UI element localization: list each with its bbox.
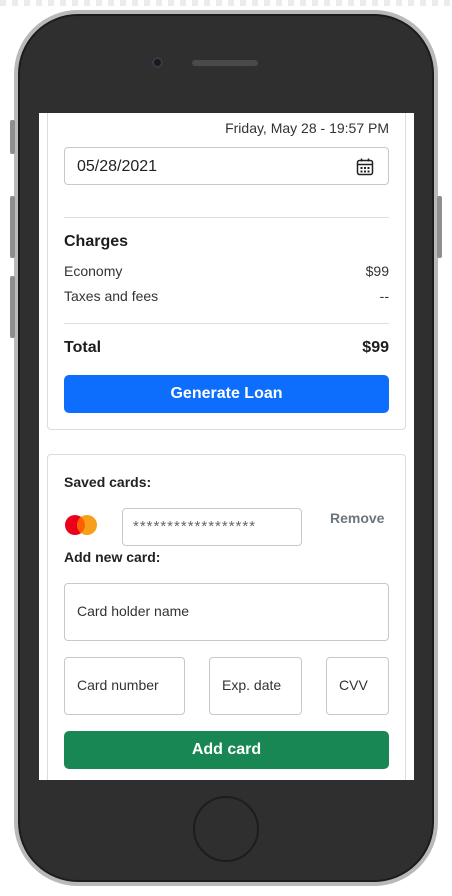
booking-summary-card: Friday, May 28 - 19:57 PM 05/28/2021 Cha… [47, 113, 406, 430]
exp-date-field[interactable]: Exp. date [209, 657, 302, 715]
cvv-field[interactable]: CVV [326, 657, 389, 715]
saved-cards-label: Saved cards: [64, 474, 152, 490]
volume-down-button [10, 276, 15, 338]
charges-heading: Charges [64, 233, 129, 250]
remove-card-button[interactable]: Remove [330, 510, 384, 526]
charge-row-value: -- [379, 288, 389, 304]
add-new-card-label: Add new card: [64, 549, 161, 565]
background-pattern [0, 0, 452, 6]
volume-up-button [10, 196, 15, 258]
camera-icon [152, 57, 163, 68]
total-label: Total [64, 339, 102, 356]
charge-row-label: Taxes and fees [64, 288, 159, 304]
charge-row-value: $99 [365, 263, 389, 279]
booking-datetime: Friday, May 28 - 19:57 PM [225, 120, 389, 136]
saved-card-number-field[interactable]: ****************** [122, 508, 302, 546]
date-field[interactable]: 05/28/2021 [64, 147, 389, 185]
total-value: $99 [362, 339, 389, 356]
cvv-placeholder: CVV [339, 677, 368, 693]
generate-loan-button[interactable]: Generate Loan [64, 375, 389, 413]
card-number-placeholder: Card number [77, 677, 159, 693]
card-holder-name-field[interactable]: Card holder name [64, 583, 389, 641]
exp-date-placeholder: Exp. date [222, 677, 282, 693]
card-number-field[interactable]: Card number [64, 657, 185, 715]
date-field-value: 05/28/2021 [77, 158, 158, 175]
add-card-button[interactable]: Add card [64, 731, 389, 769]
app-screen: Friday, May 28 - 19:57 PM 05/28/2021 Cha… [39, 113, 414, 780]
calendar-icon[interactable] [356, 158, 374, 176]
power-button [437, 196, 442, 258]
mute-switch [10, 120, 15, 154]
card-holder-name-placeholder: Card holder name [77, 603, 190, 619]
speaker-grill [192, 60, 258, 66]
divider [64, 217, 389, 218]
home-button[interactable] [193, 796, 259, 862]
divider [64, 323, 389, 324]
mastercard-icon [65, 515, 97, 535]
payment-card: Saved cards: ****************** Remove A… [47, 454, 406, 780]
charge-row-label: Economy [64, 263, 123, 279]
